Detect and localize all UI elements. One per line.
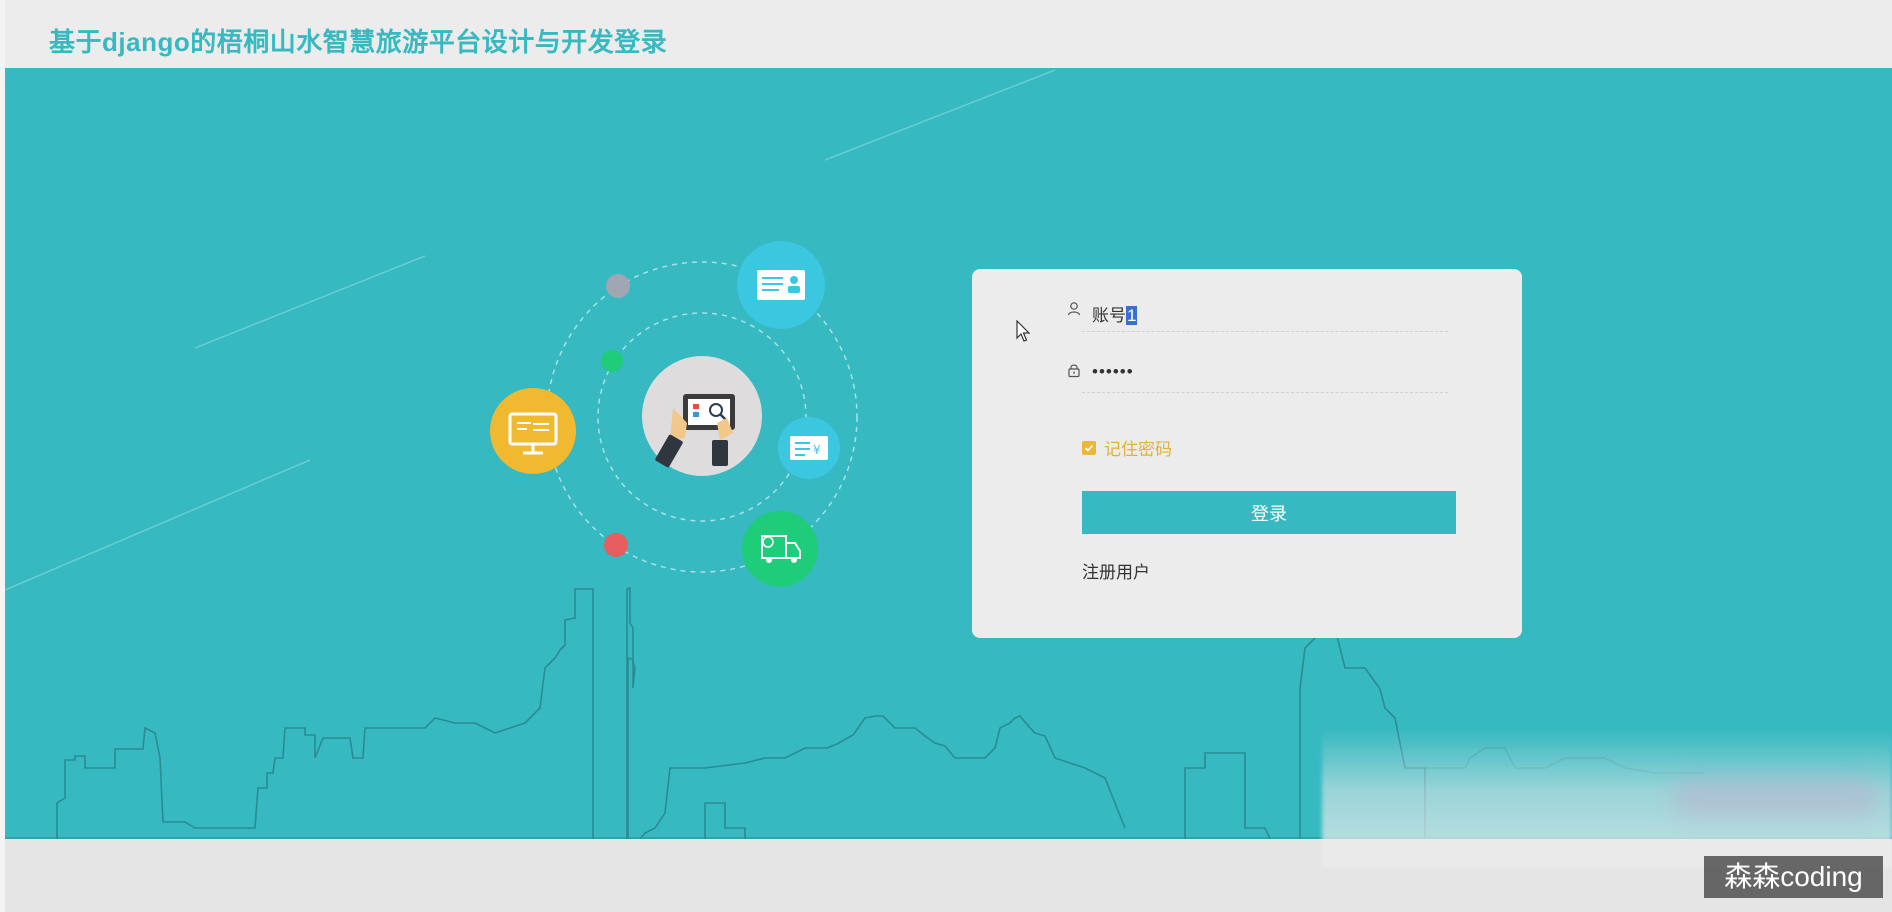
monitor-icon [490, 388, 576, 474]
remember-password-label: 记住密码 [1104, 440, 1172, 459]
register-user-link[interactable]: 注册用户 [1082, 558, 1150, 583]
login-card: 账号1 •••••• 记住密码 登录 注册用户 [972, 269, 1522, 638]
remember-password-checkbox[interactable]: 记住密码 [1082, 435, 1172, 460]
watermark: 森森coding [1704, 856, 1883, 898]
green-dot [601, 350, 623, 372]
lock-icon [1068, 364, 1080, 378]
password-input[interactable]: •••••• [1092, 362, 1134, 382]
id-card-icon [737, 241, 825, 329]
payment-card-icon: ¥ [778, 417, 840, 479]
user-icon [1067, 302, 1081, 316]
background-illustration: ¥ [5, 69, 1892, 839]
account-value: 1 [1126, 306, 1138, 325]
orbit-illustration: ¥ [490, 241, 858, 587]
blurred-popup [1670, 778, 1880, 818]
svg-text:¥: ¥ [813, 443, 821, 457]
account-input[interactable]: 账号1 [1092, 301, 1138, 326]
checkbox-box[interactable] [1082, 440, 1096, 455]
delivery-truck-icon [742, 511, 818, 587]
main-banner: ¥ [5, 68, 1892, 839]
password-field-row[interactable]: •••••• [1068, 352, 1448, 393]
red-dot [604, 533, 628, 557]
page-title: 基于django的梧桐山水智慧旅游平台设计与开发登录 [49, 27, 668, 57]
tablet-search-icon [642, 356, 762, 476]
account-label: 账号 [1092, 306, 1126, 325]
check-icon [1084, 444, 1094, 452]
gray-dot [606, 274, 630, 298]
login-button[interactable]: 登录 [1082, 491, 1456, 534]
mouse-cursor-icon [1016, 320, 1031, 342]
account-field-row[interactable]: 账号1 [1067, 291, 1448, 332]
header-bar: 基于django的梧桐山水智慧旅游平台设计与开发登录 [5, 0, 1892, 69]
